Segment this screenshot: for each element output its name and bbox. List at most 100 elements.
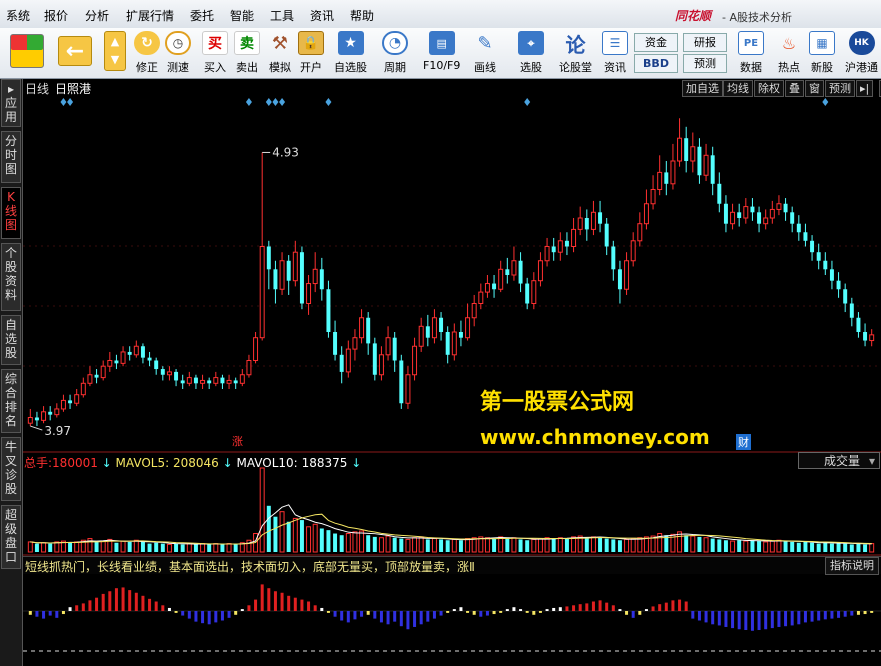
candle-body-up <box>657 171 663 191</box>
lock-icon: 🔒 <box>298 31 324 55</box>
self-select-button[interactable]: ★ 自选股 <box>334 31 367 75</box>
volume-bar-up <box>484 537 490 553</box>
menu-news[interactable]: 资讯 <box>310 7 334 24</box>
period-button[interactable]: ◔ 周期 <box>382 31 408 75</box>
f10-button[interactable]: ▤ F10/F9 <box>423 31 460 72</box>
volume-bar-down <box>564 538 569 552</box>
volume-bar-down <box>810 542 815 552</box>
indicator-bar <box>379 611 383 623</box>
back-button[interactable]: ← <box>58 36 92 66</box>
ma-button[interactable]: 均线 <box>723 80 753 97</box>
volume-bar-up <box>200 543 206 553</box>
indicator-bar <box>320 607 324 611</box>
mavol5-label: MAVOL5: <box>115 456 170 470</box>
menu-trade[interactable]: 委托 <box>190 7 214 24</box>
news-button[interactable]: ☰ 资讯 <box>602 31 628 75</box>
side-tab-app[interactable]: ▸ 应用 <box>1 79 21 127</box>
menu-help[interactable]: 帮助 <box>350 7 374 24</box>
side-tab-ranking[interactable]: 综合排名 <box>1 369 21 433</box>
forecast-button[interactable]: 预测 <box>683 54 727 73</box>
indicator-bar <box>214 611 218 623</box>
volume-bar-up <box>74 541 80 553</box>
volume-bar-down <box>598 537 603 552</box>
expand-right-icon[interactable]: ▸| <box>856 80 874 97</box>
side-tab-kline[interactable]: K线图 <box>1 187 21 239</box>
total-volume-value: 180001 <box>52 456 98 470</box>
layout-button[interactable] <box>10 34 44 68</box>
menu-extended-quote[interactable]: 扩展行情 <box>126 7 174 24</box>
simulate-button[interactable]: ⚒ 模拟 <box>267 31 293 75</box>
add-self-select-button[interactable]: 加自选 <box>682 80 723 97</box>
chevron-down-icon: ▾ <box>868 454 875 468</box>
pageup-button[interactable]: ▲ ▼ <box>104 31 126 71</box>
app-logo: 同花顺 <box>675 9 712 23</box>
self-select-label: 自选股 <box>334 61 367 74</box>
indicator-bar <box>711 611 715 625</box>
volume-bar-up <box>27 541 33 553</box>
indicator-bar <box>671 600 675 611</box>
side-tab-profile[interactable]: 个股资料 <box>1 243 21 311</box>
hk-connect-button[interactable]: HK 沪港通 <box>845 31 878 75</box>
candle-body-up <box>352 337 358 350</box>
indicator-help-button[interactable]: 指标说明 <box>825 557 879 575</box>
indicator-bar <box>439 611 443 616</box>
toolbar: ← ▲ ▼ ↻ 修正 ◷ 测速 买 买入 卖 卖出 ⚒ 模拟 🔒 开户 ★ 自选股… <box>0 28 881 79</box>
indicator-bar <box>591 601 595 611</box>
data-button[interactable]: PE 数据 <box>738 31 764 75</box>
low-leader-line <box>30 425 43 431</box>
funds-button[interactable]: 资金 <box>634 33 678 52</box>
menu-system[interactable]: 系统 <box>6 7 30 24</box>
indicator-bar <box>75 605 79 611</box>
side-tab-self-select[interactable]: 自选股 <box>1 315 21 365</box>
candle-body-up <box>253 337 259 361</box>
indicator-bar <box>247 605 251 611</box>
side-tab-timeshare[interactable]: 分时图 <box>1 131 21 183</box>
volume-indicator-select[interactable]: 成交量 ▾ <box>798 452 880 469</box>
indicator-bar <box>863 611 867 615</box>
menu-analysis[interactable]: 分析 <box>85 7 109 24</box>
revise-button[interactable]: ↻ 修正 <box>134 31 160 75</box>
research-button[interactable]: 研报 <box>683 33 727 52</box>
indicator-bar <box>373 611 377 619</box>
side-tab-diagnosis[interactable]: 牛叉诊股 <box>1 437 21 501</box>
pick-stock-button[interactable]: ⌖ 选股 <box>518 31 544 75</box>
volume-bar-down <box>286 521 291 552</box>
kline-chart[interactable]: 4.93 3.97 涨 <box>23 96 881 666</box>
indicator-bar <box>366 611 370 615</box>
indicator-bar <box>174 611 178 613</box>
indicator-bar <box>578 604 582 611</box>
candle-body-up <box>571 228 577 247</box>
volume-bar-up <box>385 535 391 553</box>
hotspot-button[interactable]: ♨ 热点 <box>776 31 802 75</box>
overlay-button[interactable]: 叠 <box>785 80 804 97</box>
new-stock-button[interactable]: ▦ 新股 <box>809 31 835 75</box>
sell-button[interactable]: 卖 卖出 <box>234 31 260 75</box>
indicator-bar <box>717 611 721 626</box>
hammer-icon: ⚒ <box>271 32 289 54</box>
candle-body-down <box>598 212 603 224</box>
buy-button[interactable]: 买 买入 <box>202 31 228 75</box>
speed-button[interactable]: ◷ 测速 <box>165 31 191 75</box>
menu-smart[interactable]: 智能 <box>230 7 254 24</box>
forum-button[interactable]: 论 论股堂 <box>559 31 592 75</box>
volume-bar-up <box>557 537 563 553</box>
volume-bar-up <box>312 523 318 553</box>
forecast-head-button[interactable]: 预测 <box>825 80 855 97</box>
volume-bar-down <box>207 544 212 552</box>
indicator-bar <box>757 611 761 630</box>
window-button[interactable]: 窗 <box>805 80 824 97</box>
menu-tools[interactable]: 工具 <box>270 7 294 24</box>
side-tab-level2[interactable]: 超级盘口 <box>1 505 21 569</box>
candle-body-down <box>796 223 801 233</box>
candle-body-down <box>392 337 397 361</box>
candle-body-up <box>650 189 656 205</box>
candle-body-up <box>451 331 457 356</box>
draw-line-button[interactable]: ✎ 画线 <box>472 31 498 75</box>
candle-body-up <box>677 137 683 162</box>
menu-quote[interactable]: 报价 <box>44 7 68 24</box>
candle-body-down <box>366 317 371 344</box>
ex-right-button[interactable]: 除权 <box>754 80 784 97</box>
open-account-button[interactable]: 🔒 开户 <box>298 31 324 75</box>
bbd-button[interactable]: BBD <box>634 54 678 73</box>
candle-body-down <box>856 317 861 332</box>
